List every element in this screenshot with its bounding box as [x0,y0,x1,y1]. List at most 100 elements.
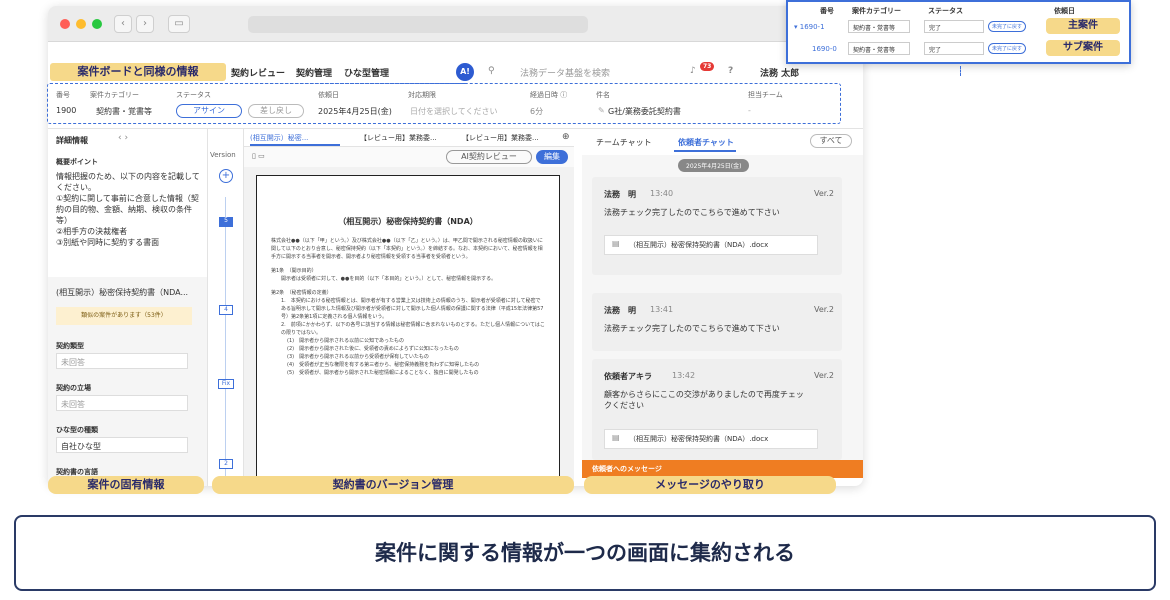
version-tag[interactable]: Ver.2 [814,305,834,314]
bell-icon[interactable]: ♪ [690,66,696,76]
version-node[interactable]: Fix [218,379,234,389]
message-time: 13:41 [650,305,674,314]
doc-tab[interactable]: 【レビュー用】業務委... [462,133,539,143]
tab-underline [250,144,340,146]
connector [960,66,961,76]
doc-paragraph: 株式会社●●（以下「甲」という。）及び株式会社●●（以下「乙」という。）は、甲乙… [271,238,543,260]
nav-template-manage[interactable]: ひな型管理 [344,66,389,79]
doc-tab[interactable]: (相互開示）秘密... [250,133,308,143]
doc-article: 第1条 （開示目的） [271,268,317,274]
notification-badge: 73 [700,62,715,71]
doc-tab[interactable]: 【レビュー用】業務委... [360,133,437,143]
case-row-number[interactable]: ▾ 1690-1 [794,23,825,31]
version-node[interactable]: 5 [219,217,233,227]
similar-cases[interactable]: 類似の案件があります（53件） [56,307,192,325]
add-doc-icon[interactable]: ⊕ [562,132,570,142]
search-input[interactable]: 法務データ基盤を検索 [520,66,610,79]
overview-line: ①契約に関して事前に合意した情報（契約の目的物、金額、納期、検収の条件等） [56,194,199,225]
main-case-tag: 主案件 [1046,18,1120,34]
sender-name: 依頼者アキラ [604,372,652,381]
doc-tabs: (相互開示）秘密... 【レビュー用】業務委... 【レビュー用】業務委... … [244,129,574,147]
ai-review-button[interactable]: AI契約レビュー [446,150,532,164]
user-name[interactable]: 法務 太郎 [760,66,799,79]
edit-button[interactable]: 編集 [536,150,568,164]
document-page: （相互開示）秘密保持契約書（NDA） 株式会社●●（以下「甲」という。）及び株式… [256,175,560,486]
doc-item: (3) 開示者から開示される以前から受領者が保有していたもの [287,354,429,360]
template-select[interactable]: 自社ひな型 [56,437,188,453]
detail-panel: 詳細情報 ‹ › 概要ポイント 情報把握のため、以下の内容を記載してください。 … [48,129,208,486]
doc-item: 2. 前項にかかわらず、以下の各号に該当する情報は秘密情報に含まれないものとする… [281,322,545,336]
doc-title: （相互開示）秘密保持契約書（NDA） [338,217,478,226]
version-column: Version + 5 4 Fix 2 [208,129,244,486]
version-tag[interactable]: Ver.2 [814,189,834,198]
doc-item: (5) 受領者が、開示者から開示された秘密情報によることなく、独自に開発したもの [287,370,479,376]
version-label: Version [210,151,236,159]
chat-panel: チームチャット 依頼者チャット すべて 2025年4月25日(金) 法務 明 1… [582,129,863,486]
related-cases-popup: 番号 案件カテゴリー ステータス 依頼日 ▾ 1690-1 契約書・覚書等 完了… [786,0,1131,64]
maximize-dot[interactable] [92,19,102,29]
date-separator: 2025年4月25日(金) [678,159,750,172]
message-card: 依頼者アキラ 13:42 Ver.2 顧客からさらにここの交渉がありましたので再… [592,359,842,460]
tab-team-chat[interactable]: チームチャット [596,137,652,148]
doc-item: (1) 開示者から開示される以前に公知であったもの [287,338,405,344]
revert-button[interactable]: 未完了に戻す [988,43,1027,54]
filter-all-button[interactable]: すべて [810,134,852,148]
message-text: 法務チェック完了したのでこちらで進めて下さい [604,324,780,333]
search-icon[interactable]: ⚲ [488,66,495,76]
file-icon: ▤ [612,433,620,442]
help-icon[interactable]: ? [728,66,733,76]
sender-name: 法務 明 [604,190,636,199]
doc-article: 第2条 （秘密情報の定義） [271,290,332,296]
forward-icon[interactable]: › [136,15,154,33]
sub-case-tag: サブ案件 [1046,40,1120,56]
doc-paragraph: 開示者は受領者に対して、●●を目的（以下「本目的」という。）として、秘密情報を開… [281,276,497,282]
document-viewer: (相互開示）秘密... 【レビュー用】業務委... 【レビュー用】業務委... … [244,129,574,486]
tab-underline [674,150,736,152]
popup-header: 番号 [820,7,834,15]
detail-header: 詳細情報 [56,136,88,145]
version-node[interactable]: 2 [219,459,233,469]
attachment[interactable]: （相互開示）秘密保持契約書（NDA）.docx [604,429,818,449]
case-row-category[interactable]: 契約書・覚書等 [848,20,910,33]
case-row-category[interactable]: 契約書・覚書等 [848,42,910,55]
overview-line: ③別紙や同時に契約する書面 [56,238,160,247]
logo-icon[interactable]: A! [456,63,474,81]
label-messaging: メッセージのやり取り [584,476,836,494]
message-time: 13:40 [650,189,674,198]
case-row-status[interactable]: 完了 [924,20,984,33]
revert-button[interactable]: 未完了に戻す [988,21,1027,32]
contract-type-select[interactable]: 未回答 [56,353,188,369]
tab-client-chat[interactable]: 依頼者チャット [678,137,734,148]
doc-item: (2) 開示者から開示された後に、受領者の責めによらずに公知になったもの [287,346,459,352]
label-case-info: 案件の固有情報 [48,476,204,494]
close-dot[interactable] [60,19,70,29]
nav-contract-review[interactable]: 契約レビュー [231,66,285,79]
position-select[interactable]: 未回答 [56,395,188,411]
overview-block: 概要ポイント 情報把握のため、以下の内容を記載してください。 ①契約に関して事前… [56,157,200,248]
address-bar[interactable] [248,16,588,33]
minimize-dot[interactable] [76,19,86,29]
board-highlight [47,83,841,124]
doc-name[interactable]: (相互開示）秘密保持契約書（NDA... [56,287,188,298]
position-label: 契約の立場 [56,384,91,392]
popup-header: 依頼日 [1054,7,1075,15]
add-version-icon[interactable]: + [219,169,233,183]
back-icon[interactable]: ‹ [114,15,132,33]
case-fields: (相互開示）秘密保持契約書（NDA... 類似の案件があります（53件） 契約類… [48,277,207,486]
file-icon: ▤ [612,239,620,248]
message-text: 顧客からさらにここの交渉がありましたので再度チェックください [604,390,804,410]
panel-nav-icons[interactable]: ‹ › [118,133,128,143]
attachment[interactable]: （相互開示）秘密保持契約書（NDA）.docx [604,235,818,255]
nav-contract-manage[interactable]: 契約管理 [296,66,332,79]
version-node[interactable]: 4 [219,305,233,315]
contract-type-label: 契約類型 [56,342,84,350]
overview-line: 情報把握のため、以下の内容を記載してください。 [56,172,200,192]
sidebar-icon[interactable]: ▭ [168,15,190,33]
case-row-status[interactable]: 完了 [924,42,984,55]
layout-icon[interactable]: ▯ ▭ [252,152,265,160]
overview-title: 概要ポイント [56,158,98,166]
popup-header: 案件カテゴリー [852,7,901,15]
version-tag[interactable]: Ver.2 [814,371,834,380]
message-card: 法務 明 13:41 Ver.2 法務チェック完了したのでこちらで進めて下さい [592,293,842,351]
case-row-number[interactable]: 1690-0 [812,45,837,53]
